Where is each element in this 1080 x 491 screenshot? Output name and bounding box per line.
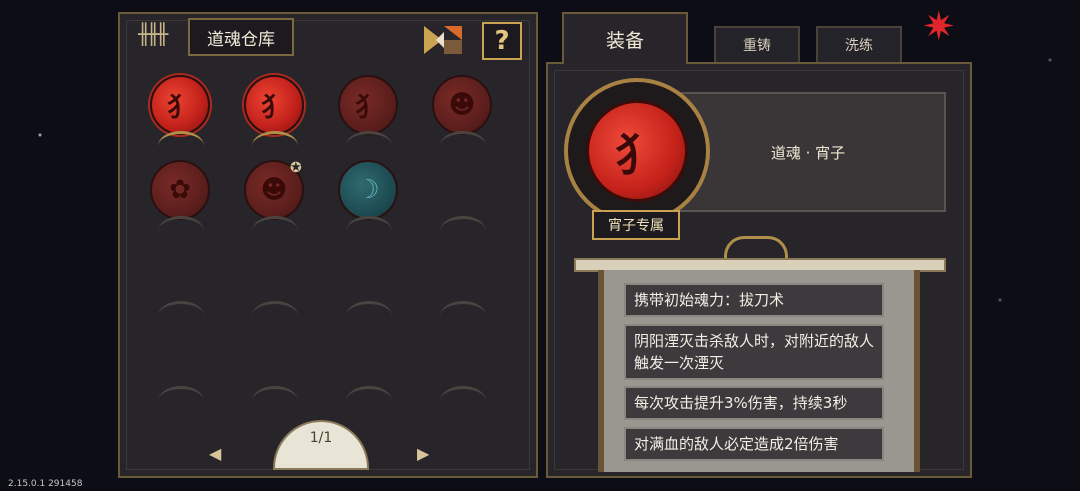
pager: ◀ 1/1 ▶ [205,420,435,476]
soul-slot[interactable]: ☽ [338,160,400,232]
soul-orb[interactable]: 犭 [338,75,398,135]
effect-4: 对满血的敌人必定造成2倍伤害 [624,427,884,461]
effect-2: 阴阳湮灭击杀敌人时，对附近的敌人触发一次湮灭 [624,324,884,380]
orb-stand [440,386,486,401]
soul-orb[interactable]: 犭 [150,75,210,135]
tangram-icon[interactable] [422,22,464,58]
orb-stand [346,216,392,231]
soul-orb[interactable]: ☽ [338,160,398,220]
soul-slot[interactable] [432,160,494,232]
storage-title: 道魂仓库 [188,18,294,56]
version-label: 2.15.0.1 291458 [8,479,83,489]
help-button[interactable]: ? [482,22,522,60]
soul-orb-glyph: 犭 [354,92,381,123]
soul-portrait-orb: 犭 [586,100,688,202]
soul-orb-glyph: ✿ [169,175,191,205]
soul-slot[interactable]: 犭 [244,75,306,147]
orb-stand [440,131,486,146]
orb-stand [440,216,486,231]
soul-slot[interactable]: ✿ [150,160,212,232]
soul-orb[interactable]: ☻ [432,75,492,135]
orb-stand [252,131,298,146]
orb-stand [440,301,486,316]
new-star-icon: ✪ [290,160,302,176]
prev-page-icon[interactable]: ◀ [209,444,221,463]
soul-slot[interactable] [244,330,306,402]
soul-name: 道魂 · 宵子 [670,92,946,212]
orb-stand [158,301,204,316]
orb-stand [158,216,204,231]
orb-stand [346,386,392,401]
effect-1: 携带初始魂力：拔刀术 [624,283,884,317]
soul-orb[interactable]: ✿ [150,160,210,220]
soul-slot[interactable] [432,330,494,402]
orb-stand [158,386,204,401]
soul-orb-glyph: ☽ [356,175,380,205]
soul-slot[interactable]: 犭 [150,75,212,147]
soul-orb[interactable]: 犭 [244,75,304,135]
soul-orb-glyph: ☻ [448,90,476,120]
soul-orb-glyph: 犭 [166,92,193,123]
scroll-ornament [724,236,788,258]
soul-slot[interactable] [338,245,400,317]
soul-orb-glyph: 犭 [260,92,287,123]
tab-reforge[interactable]: 重铸 [714,26,800,62]
page-indicator: 1/1 [273,420,369,470]
orb-stand [346,301,392,316]
orb-stand [252,301,298,316]
soul-slot[interactable] [432,245,494,317]
tab-refine[interactable]: 洗练 [816,26,902,62]
soul-slot[interactable] [150,245,212,317]
soul-slot[interactable] [150,330,212,402]
soul-slot[interactable]: 犭 [338,75,400,147]
pinwheel-icon[interactable]: ✷ [922,4,956,50]
next-page-icon[interactable]: ▶ [417,444,429,463]
soul-slot[interactable] [244,245,306,317]
orb-stand [252,386,298,401]
orb-stand [346,131,392,146]
orb-stand [158,131,204,146]
soul-slot[interactable]: ☻ [432,75,494,147]
tab-equip[interactable]: 装备 [562,12,688,64]
exclusive-badge: 宵子专属 [592,210,680,240]
banner-flags-icon: ╫╫╫ [138,22,168,46]
orb-stand [252,216,298,231]
effect-3: 每次攻击提升3%伤害，持续3秒 [624,386,884,420]
soul-slot[interactable] [338,330,400,402]
